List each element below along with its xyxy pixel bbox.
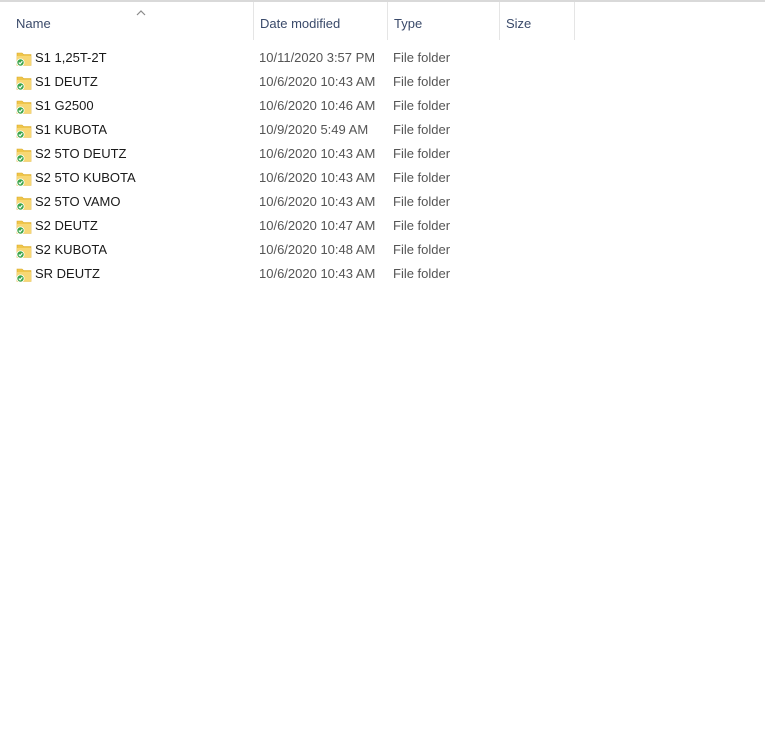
file-name: S1 KUBOTA bbox=[35, 122, 108, 137]
file-type: File folder bbox=[393, 50, 451, 65]
file-date-modified: 10/9/2020 5:49 AM bbox=[259, 122, 369, 137]
file-row[interactable]: S1 G2500 10/6/2020 10:46 AM File folder bbox=[0, 94, 765, 118]
file-row[interactable]: S1 KUBOTA 10/9/2020 5:49 AM File folder bbox=[0, 118, 765, 142]
file-name: S2 KUBOTA bbox=[35, 242, 108, 257]
folder-synced-icon bbox=[16, 220, 32, 235]
folder-synced-icon bbox=[16, 244, 32, 259]
file-row[interactable]: SR DEUTZ 10/6/2020 10:43 AM File folder bbox=[0, 262, 765, 286]
file-name: S1 G2500 bbox=[35, 98, 94, 113]
column-header-bar: Name Date modified Type Size bbox=[0, 2, 765, 40]
file-type: File folder bbox=[393, 218, 451, 233]
file-type: File folder bbox=[393, 242, 451, 257]
folder-synced-icon bbox=[16, 100, 32, 115]
file-date-modified: 10/6/2020 10:43 AM bbox=[259, 170, 376, 185]
folder-synced-icon bbox=[16, 148, 32, 163]
file-date-modified: 10/6/2020 10:43 AM bbox=[259, 74, 376, 89]
sort-ascending-icon bbox=[136, 10, 146, 16]
file-type: File folder bbox=[393, 170, 451, 185]
file-name: S1 1,25T-2T bbox=[35, 50, 107, 65]
file-type: File folder bbox=[393, 122, 451, 137]
folder-synced-icon bbox=[16, 196, 32, 211]
file-row[interactable]: S1 1,25T-2T 10/11/2020 3:57 PM File folder bbox=[0, 46, 765, 70]
file-date-modified: 10/6/2020 10:43 AM bbox=[259, 146, 376, 161]
folder-synced-icon bbox=[16, 268, 32, 283]
file-name: S1 DEUTZ bbox=[35, 74, 98, 89]
column-header-type-label: Type bbox=[394, 16, 423, 31]
file-name: SR DEUTZ bbox=[35, 266, 100, 281]
file-date-modified: 10/6/2020 10:46 AM bbox=[259, 98, 376, 113]
column-header-size[interactable]: Size bbox=[499, 2, 575, 40]
folder-synced-icon bbox=[16, 124, 32, 139]
file-date-modified: 10/11/2020 3:57 PM bbox=[259, 50, 376, 65]
file-row[interactable]: S2 5TO KUBOTA 10/6/2020 10:43 AM File fold… bbox=[0, 166, 765, 190]
file-name: S2 5TO DEUTZ bbox=[35, 146, 127, 161]
file-row[interactable]: S2 KUBOTA 10/6/2020 10:48 AM File folder bbox=[0, 238, 765, 262]
file-type: File folder bbox=[393, 266, 451, 281]
folder-synced-icon bbox=[16, 172, 32, 187]
column-header-date-label: Date modified bbox=[260, 16, 341, 31]
column-header-name[interactable]: Name bbox=[10, 2, 253, 40]
file-row[interactable]: S1 DEUTZ 10/6/2020 10:43 AM File folder bbox=[0, 70, 765, 94]
file-type: File folder bbox=[393, 146, 451, 161]
file-row[interactable]: S2 5TO DEUTZ 10/6/2020 10:43 AM File folde… bbox=[0, 142, 765, 166]
file-type: File folder bbox=[393, 194, 451, 209]
file-type: File folder bbox=[393, 98, 451, 113]
folder-synced-icon bbox=[16, 52, 32, 67]
file-name: S2 5TO KUBOTA bbox=[35, 170, 136, 185]
file-list: S1 1,25T-2T 10/11/2020 3:57 PM File folder… bbox=[0, 46, 765, 286]
file-type: File folder bbox=[393, 74, 451, 89]
file-date-modified: 10/6/2020 10:43 AM bbox=[259, 266, 376, 281]
file-name: S2 5TO VAMO bbox=[35, 194, 121, 209]
file-row[interactable]: S2 5TO VAMO 10/6/2020 10:43 AM File folder bbox=[0, 190, 765, 214]
column-header-name-label: Name bbox=[16, 16, 51, 31]
file-date-modified: 10/6/2020 10:47 AM bbox=[259, 218, 376, 233]
column-header-date-modified[interactable]: Date modified bbox=[253, 2, 387, 40]
file-date-modified: 10/6/2020 10:43 AM bbox=[259, 194, 376, 209]
file-name: S2 DEUTZ bbox=[35, 218, 98, 233]
file-date-modified: 10/6/2020 10:48 AM bbox=[259, 242, 376, 257]
file-row[interactable]: S2 DEUTZ 10/6/2020 10:47 AM File folder bbox=[0, 214, 765, 238]
folder-synced-icon bbox=[16, 76, 32, 91]
column-header-type[interactable]: Type bbox=[387, 2, 499, 40]
column-header-size-label: Size bbox=[506, 16, 532, 31]
